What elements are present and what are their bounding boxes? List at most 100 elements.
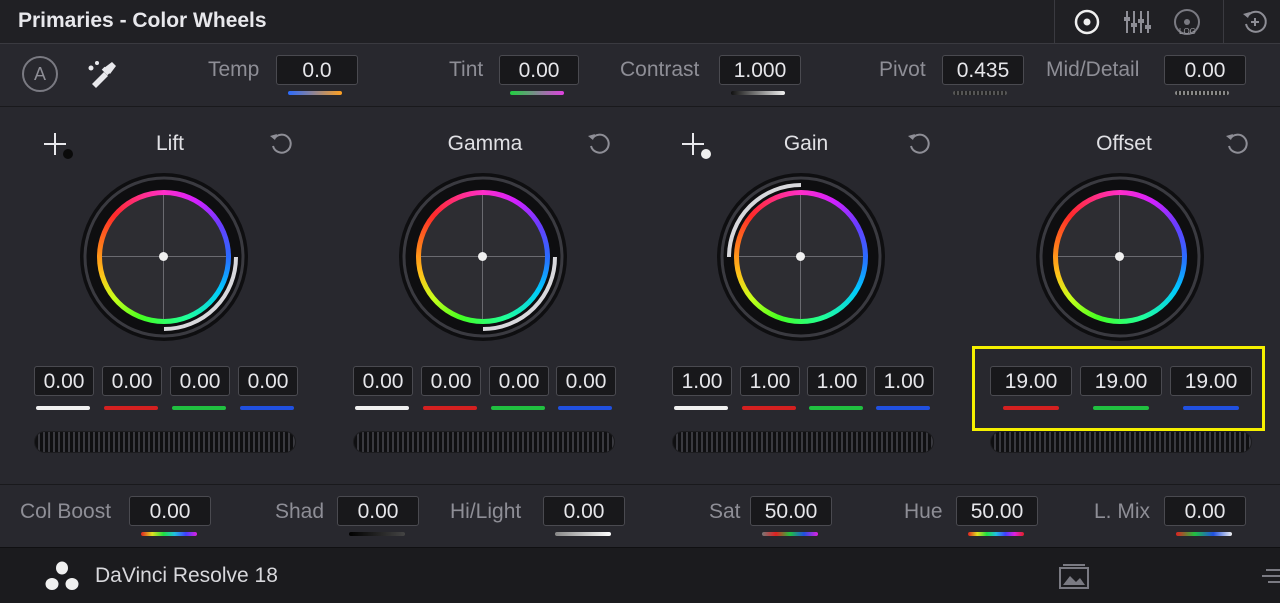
reset-all-icon bbox=[1243, 10, 1267, 33]
gain-r-field[interactable]: 1.00 bbox=[740, 366, 800, 396]
lift-puck[interactable] bbox=[159, 252, 168, 261]
settings-edge-button[interactable] bbox=[1258, 560, 1280, 592]
gain-g-field[interactable]: 1.00 bbox=[807, 366, 867, 396]
mid-detail-slider[interactable] bbox=[1175, 91, 1229, 95]
gain-master-jog-wheel[interactable] bbox=[672, 431, 934, 453]
sat-field[interactable]: 50.00 bbox=[750, 496, 832, 526]
sat-label: Sat bbox=[709, 500, 741, 523]
gain-title: Gain bbox=[783, 132, 829, 155]
gamma-puck[interactable] bbox=[478, 252, 487, 261]
gamma-b-field[interactable]: 0.00 bbox=[556, 366, 616, 396]
gain-wheel-panel: Gain 1.00 1.00 1.00 1.00 bbox=[640, 107, 960, 483]
reset-icon bbox=[908, 133, 930, 154]
offset-g-indicator bbox=[1093, 406, 1149, 410]
lift-wheel-center bbox=[102, 195, 226, 319]
title-bar: Primaries - Color Wheels LOG bbox=[0, 0, 1280, 44]
reset-all-button[interactable] bbox=[1237, 6, 1273, 38]
gamma-hue-ring bbox=[416, 190, 550, 324]
temp-label: Temp bbox=[208, 58, 260, 81]
gain-puck[interactable] bbox=[796, 252, 805, 261]
adjustment-toolbar: A Temp 0.0 Tint 0.00 Contrast 1.000 Pivo… bbox=[0, 44, 1280, 107]
hi-light-field[interactable]: 0.00 bbox=[543, 496, 625, 526]
pivot-field[interactable]: 0.435 bbox=[942, 55, 1024, 85]
color-wheels-mode-button[interactable] bbox=[1069, 6, 1105, 38]
crosshair-picker-icon bbox=[682, 133, 711, 159]
gamma-r-indicator bbox=[423, 406, 477, 410]
lift-b-field[interactable]: 0.00 bbox=[238, 366, 298, 396]
media-pool-icon bbox=[1059, 564, 1089, 589]
offset-master-jog-wheel[interactable] bbox=[990, 431, 1252, 453]
gain-y-field[interactable]: 1.00 bbox=[672, 366, 732, 396]
mid-detail-field[interactable]: 0.00 bbox=[1164, 55, 1246, 85]
tint-slider[interactable] bbox=[510, 91, 564, 95]
toolbar-divider bbox=[1223, 0, 1224, 43]
gain-wheel-center bbox=[739, 195, 863, 319]
l-mix-field[interactable]: 0.00 bbox=[1164, 496, 1246, 526]
gamma-reset-button[interactable] bbox=[584, 129, 614, 159]
offset-color-wheel[interactable] bbox=[1036, 173, 1204, 341]
shad-field[interactable]: 0.00 bbox=[337, 496, 419, 526]
hue-label: Hue bbox=[904, 500, 943, 523]
hi-light-label: Hi/Light bbox=[450, 500, 522, 523]
hue-field[interactable]: 50.00 bbox=[956, 496, 1038, 526]
col-boost-field[interactable]: 0.00 bbox=[129, 496, 211, 526]
app-name: DaVinci Resolve 18 bbox=[95, 564, 278, 587]
gain-picker-button[interactable] bbox=[678, 131, 712, 161]
gamma-y-field[interactable]: 0.00 bbox=[353, 366, 413, 396]
contrast-field[interactable]: 1.000 bbox=[719, 55, 801, 85]
palette-mode-toolbar: LOG bbox=[1054, 0, 1280, 43]
tint-field[interactable]: 0.00 bbox=[499, 55, 579, 85]
hi-light-slider[interactable] bbox=[555, 532, 611, 536]
tint-label: Tint bbox=[449, 58, 484, 81]
gain-reset-button[interactable] bbox=[904, 129, 934, 159]
pivot-slider[interactable] bbox=[953, 91, 1007, 95]
lift-y-indicator bbox=[36, 406, 90, 410]
l-mix-label: L. Mix bbox=[1094, 500, 1151, 523]
offset-puck[interactable] bbox=[1115, 252, 1124, 261]
lift-hue-ring bbox=[97, 190, 231, 324]
offset-r-field[interactable]: 19.00 bbox=[990, 366, 1072, 396]
gain-color-wheel[interactable] bbox=[717, 173, 885, 341]
temp-field[interactable]: 0.0 bbox=[276, 55, 358, 85]
auto-balance-button[interactable]: A bbox=[22, 56, 58, 92]
gamma-r-field[interactable]: 0.00 bbox=[421, 366, 481, 396]
lift-reset-button[interactable] bbox=[266, 129, 296, 159]
hue-slider[interactable] bbox=[968, 532, 1024, 536]
gamma-title: Gamma bbox=[447, 132, 523, 155]
col-boost-slider[interactable] bbox=[141, 532, 197, 536]
lift-master-jog-wheel[interactable] bbox=[34, 431, 296, 453]
gain-r-indicator bbox=[742, 406, 796, 410]
gamma-master-jog-wheel[interactable] bbox=[353, 431, 615, 453]
log-wheels-mode-button[interactable]: LOG bbox=[1167, 6, 1207, 40]
lift-y-field[interactable]: 0.00 bbox=[34, 366, 94, 396]
lift-b-indicator bbox=[240, 406, 294, 410]
lift-picker-button[interactable] bbox=[40, 131, 74, 161]
lift-g-field[interactable]: 0.00 bbox=[170, 366, 230, 396]
media-page-button[interactable] bbox=[1054, 560, 1094, 592]
gamma-g-field[interactable]: 0.00 bbox=[489, 366, 549, 396]
primaries-bars-mode-button[interactable] bbox=[1119, 6, 1155, 38]
temp-slider[interactable] bbox=[288, 91, 342, 95]
offset-g-field[interactable]: 19.00 bbox=[1080, 366, 1162, 396]
l-mix-slider[interactable] bbox=[1176, 532, 1232, 536]
lift-title: Lift bbox=[155, 132, 184, 155]
gain-b-field[interactable]: 1.00 bbox=[874, 366, 934, 396]
lift-color-wheel[interactable] bbox=[80, 173, 248, 341]
offset-b-field[interactable]: 19.00 bbox=[1170, 366, 1252, 396]
offset-wheel-panel: Offset 19.00 19.00 19.00 bbox=[960, 107, 1280, 483]
offset-wheel-center bbox=[1058, 195, 1182, 319]
color-wheels-area: Lift 0.00 0.00 0.00 0.00 Gamma 0.00 0.00… bbox=[0, 107, 1280, 483]
eyedropper-icon bbox=[88, 61, 116, 88]
white-balance-picker-button[interactable] bbox=[84, 56, 120, 92]
pivot-label: Pivot bbox=[879, 58, 926, 81]
offset-title: Offset bbox=[1096, 132, 1152, 155]
lift-r-field[interactable]: 0.00 bbox=[102, 366, 162, 396]
shad-slider[interactable] bbox=[349, 532, 405, 536]
reset-icon bbox=[270, 133, 292, 154]
gain-y-indicator bbox=[674, 406, 728, 410]
gain-b-indicator bbox=[876, 406, 930, 410]
offset-reset-button[interactable] bbox=[1222, 129, 1252, 159]
gamma-color-wheel[interactable] bbox=[399, 173, 567, 341]
contrast-slider[interactable] bbox=[731, 91, 785, 95]
sat-slider[interactable] bbox=[762, 532, 818, 536]
